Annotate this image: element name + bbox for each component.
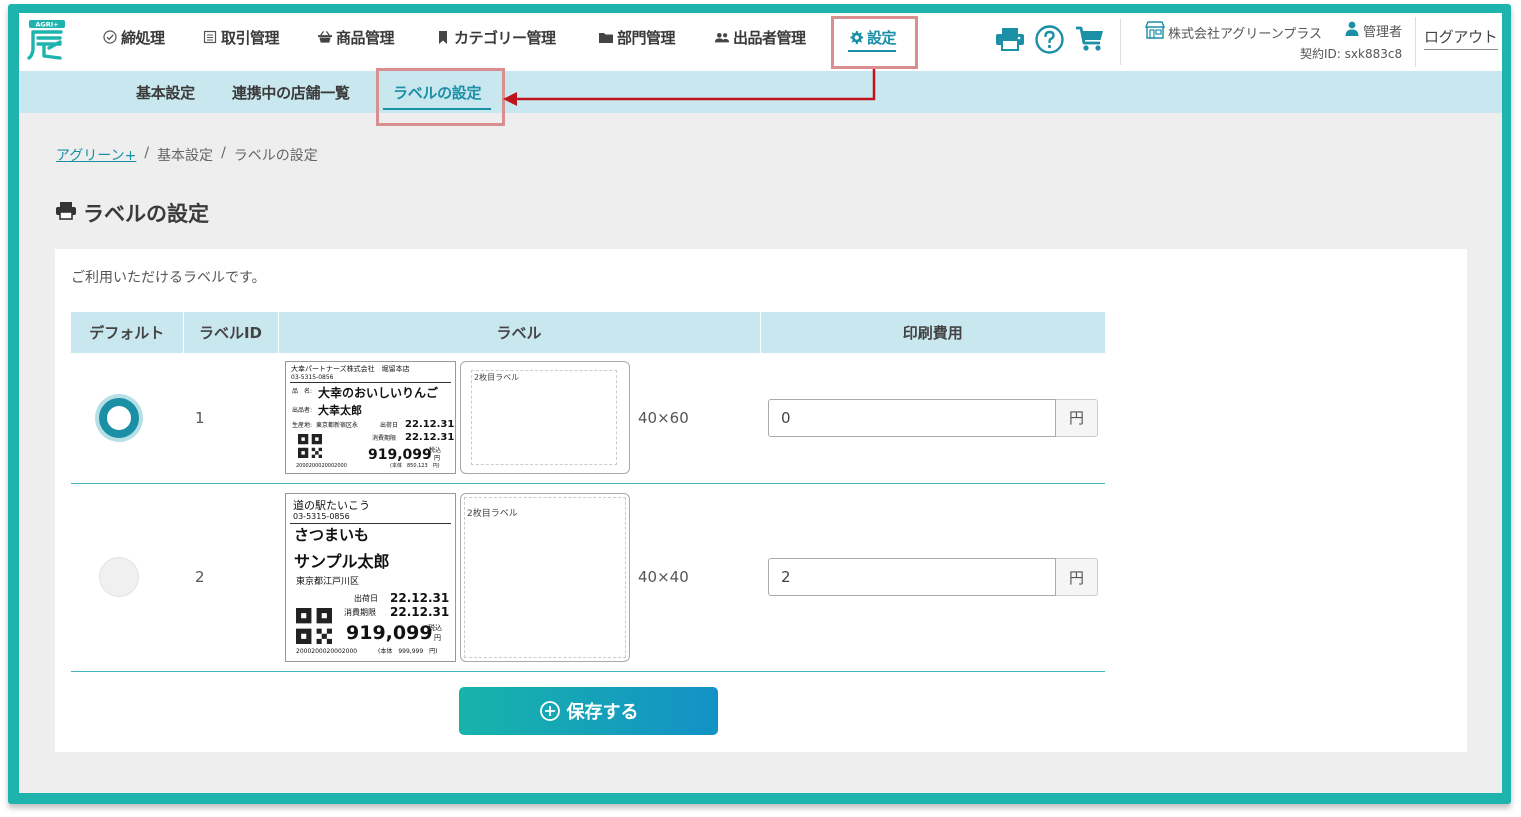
breadcrumb-separator: / [221, 145, 226, 161]
breadcrumb-home[interactable]: アグリーン+ [56, 145, 136, 165]
breadcrumb: アグリーン+ / 基本設定 / ラベルの設定 [56, 145, 318, 165]
currency-unit: 円 [1056, 558, 1098, 596]
save-button[interactable]: 保存する [459, 687, 718, 735]
label-preview-image: 大幸パートナーズ株式会社 堀留本店 03-5315-0856 品 名: 大幸のお… [285, 361, 456, 475]
breadcrumb-separator: / [144, 145, 150, 161]
header-label-id: ラベルID [183, 312, 279, 353]
second-label-preview: 2枚目ラベル [460, 361, 630, 475]
page-title: ラベルの設定 [55, 198, 209, 228]
table-header: デフォルト ラベルID ラベル 印刷費用 [71, 312, 1105, 353]
plus-circle-icon [539, 701, 560, 721]
label-size: 40×40 [638, 568, 689, 586]
cell-label-id: 2 [183, 483, 278, 672]
header-print-cost: 印刷費用 [760, 312, 1105, 353]
header-default: デフォルト [71, 312, 184, 353]
label-preview-image: 道の駅たいこう 03-5315-0856 さつまいも サンプル太郎 東京都江戸川… [285, 492, 456, 662]
cell-label-id: 1 [183, 353, 278, 484]
label-size: 40×60 [638, 408, 689, 427]
cell-label: 大幸パートナーズ株式会社 堀留本店 03-5315-0856 品 名: 大幸のお… [278, 353, 760, 484]
second-label-preview: 2枚目ラベル [460, 492, 630, 662]
print-cost-input[interactable]: 0 [768, 398, 1056, 437]
breadcrumb-basic-settings: 基本設定 [157, 148, 214, 164]
qr-code-icon [296, 607, 332, 644]
label-table: デフォルト ラベルID ラベル 印刷費用 1 大幸パートナーズ株式会社 堀留本店 [71, 312, 1105, 672]
cell-default [71, 483, 183, 672]
annotation-arrow [503, 69, 876, 106]
table-row: 1 大幸パートナーズ株式会社 堀留本店 03-5315-0856 品 名: 大幸… [71, 353, 1105, 484]
intro-text: ご利用いただけるラベルです。 [71, 270, 266, 286]
cell-print-cost: 2 円 [760, 483, 1105, 672]
default-radio[interactable] [99, 557, 139, 597]
cell-label: 道の駅たいこう 03-5315-0856 さつまいも サンプル太郎 東京都江戸川… [278, 483, 760, 672]
breadcrumb-current: ラベルの設定 [233, 148, 318, 164]
table-row: 2 道の駅たいこう 03-5315-0856 さつまいも サンプル太郎 東京都江… [71, 483, 1105, 672]
currency-unit: 円 [1056, 398, 1098, 437]
header-label: ラベル [278, 312, 761, 353]
default-radio[interactable] [99, 397, 139, 438]
save-button-label: 保存する [566, 702, 639, 722]
printer-icon [55, 201, 77, 225]
cell-print-cost: 0 円 [760, 353, 1105, 484]
print-cost-input[interactable]: 2 [768, 558, 1056, 596]
cell-default [71, 353, 183, 484]
app-window: AGRI+ 締処理 取引管理 商品管理 カテゴリー管理 部門管理 出品者管理 設… [19, 13, 1502, 793]
label-settings-card: ご利用いただけるラベルです。 デフォルト ラベルID ラベル 印刷費用 1 大幸… [55, 249, 1467, 752]
qr-code-icon [298, 434, 322, 459]
